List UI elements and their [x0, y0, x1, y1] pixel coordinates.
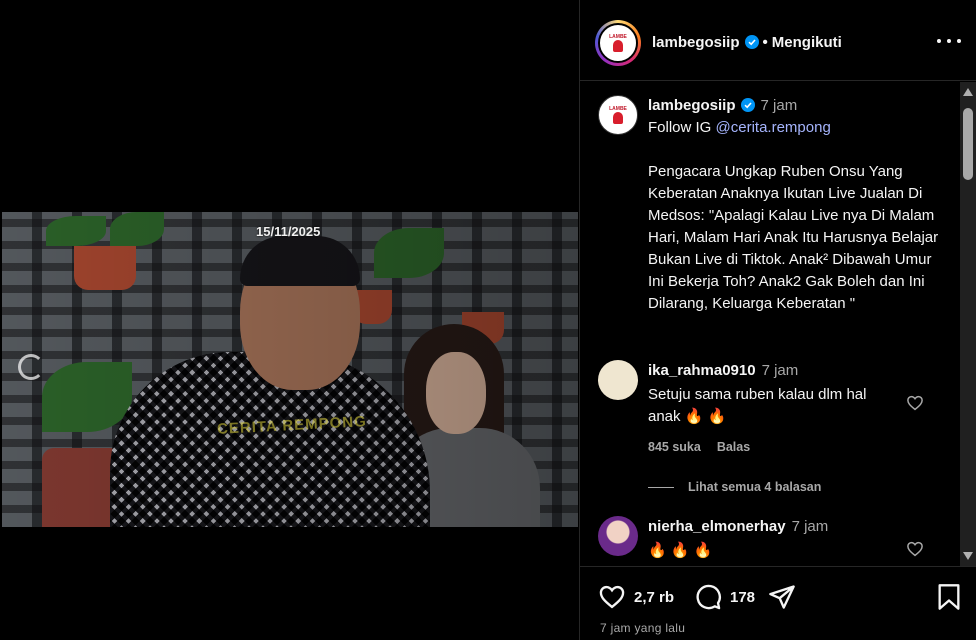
commenter-username[interactable]: ika_rahma0910: [648, 362, 756, 379]
post-actions-bar: 2,7 rb 178 7 jam yang lalu: [580, 566, 976, 640]
loading-spinner-icon: [18, 354, 44, 380]
view-replies-label: Lihat semua 4 balasan: [688, 480, 822, 494]
like-action[interactable]: 2,7 rb: [598, 583, 674, 611]
post-header: LAMBE lambegosiip • Mengikuti: [580, 0, 976, 81]
comment-like-heart-icon[interactable]: [906, 394, 924, 412]
scrollbar-thumb[interactable]: [963, 108, 973, 180]
author-avatar[interactable]: LAMBE: [598, 23, 638, 63]
share-action[interactable]: [768, 583, 796, 611]
comment-text: 🔥 🔥 🔥: [648, 542, 713, 559]
following-button[interactable]: Mengikuti: [772, 34, 842, 51]
comment-likes[interactable]: 845 suka: [648, 440, 701, 454]
post-side-panel: LAMBE lambegosiip • Mengikuti LAMBE lambeg…: [579, 0, 976, 640]
commenter-avatar[interactable]: [598, 516, 638, 556]
view-replies-line: [648, 487, 674, 489]
like-heart-icon[interactable]: [598, 583, 626, 611]
caption-username[interactable]: lambegosiip: [648, 97, 736, 114]
scroll-up-arrow-icon[interactable]: [963, 88, 973, 96]
scroll-down-arrow-icon[interactable]: [963, 552, 973, 560]
save-action[interactable]: [936, 583, 962, 611]
video-shade: [2, 212, 578, 527]
author-username[interactable]: lambegosiip: [652, 34, 740, 51]
comment-text: Setuju sama ruben kalau dlm hal anak 🔥 🔥: [648, 386, 867, 425]
verified-badge-icon: [740, 98, 755, 112]
caption-author-avatar[interactable]: LAMBE: [598, 95, 638, 135]
video-date-overlay: 15/11/2025: [256, 224, 321, 239]
caption-follow-prefix: Follow IG: [648, 119, 716, 136]
comment-header: nierha_elmonerhay 7 jam: [648, 518, 828, 535]
comment-time: 7 jam: [791, 518, 829, 535]
comment-time: 7 jam: [761, 362, 799, 379]
mention-link[interactable]: @cerita.rempong: [716, 119, 831, 136]
share-send-icon[interactable]: [768, 583, 796, 611]
caption-time: 7 jam: [760, 97, 798, 114]
header-user-line: lambegosiip • Mengikuti: [652, 34, 842, 51]
comments-scrollbar[interactable]: [960, 82, 976, 566]
view-replies-button[interactable]: Lihat semua 4 balasan: [648, 480, 821, 494]
comment-header: ika_rahma0910 7 jam: [648, 362, 798, 379]
comment-bubble-icon[interactable]: [694, 583, 722, 611]
caption-follow-line: Follow IG @cerita.rempong: [648, 119, 831, 136]
comments-scroll-area[interactable]: LAMBE lambegosiip 7 jam Follow IG @cerita…: [580, 82, 976, 566]
caption-text: Pengacara Ungkap Ruben Onsu Yang Keberat…: [648, 163, 939, 312]
likes-count[interactable]: 2,7 rb: [634, 589, 674, 606]
comment-meta: 845 suka Balas: [648, 440, 766, 454]
comment-action[interactable]: 178: [694, 583, 755, 611]
comment-like-heart-icon[interactable]: [906, 540, 924, 558]
bookmark-save-icon[interactable]: [936, 583, 962, 611]
caption-header: lambegosiip 7 jam: [648, 97, 797, 114]
comments-count: 178: [730, 588, 756, 606]
header-separator: •: [762, 34, 768, 51]
verified-badge-icon: [744, 35, 759, 49]
reply-button[interactable]: Balas: [717, 440, 750, 454]
more-options-icon[interactable]: [937, 34, 961, 48]
post-video[interactable]: 15/11/2025 CERITA REMPONG: [2, 212, 578, 527]
commenter-username[interactable]: nierha_elmonerhay: [648, 518, 786, 535]
avatar-logo-figure: [613, 40, 623, 52]
post-media-pane: 15/11/2025 CERITA REMPONG: [0, 0, 578, 640]
commenter-avatar[interactable]: [598, 360, 638, 400]
post-timestamp: 7 jam yang lalu: [600, 621, 686, 635]
avatar-logo-figure: [613, 112, 623, 124]
author-story-ring[interactable]: LAMBE: [595, 20, 641, 66]
